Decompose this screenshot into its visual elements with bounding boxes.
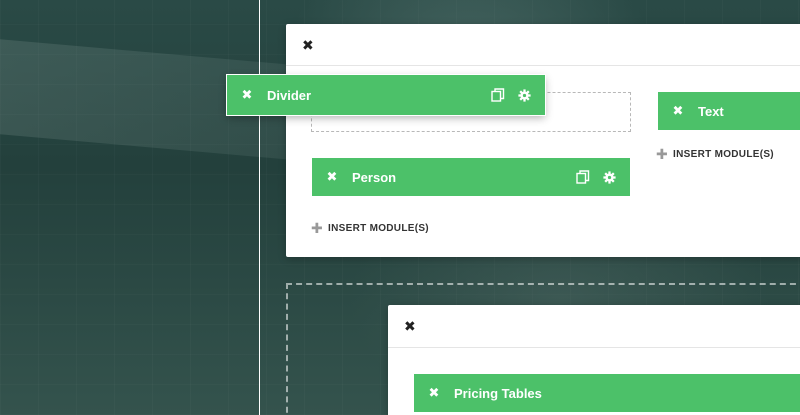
insert-module-button[interactable]: ✚ INSERT MODULE(S) [311, 221, 429, 235]
insert-module-label: INSERT MODULE(S) [328, 222, 429, 234]
plus-icon: ✚ [311, 220, 324, 236]
module-person[interactable]: ✖ Person [312, 158, 630, 196]
module-label: Text [698, 103, 724, 119]
close-icon[interactable]: ✖ [227, 87, 267, 103]
module-label: Pricing Tables [454, 385, 542, 401]
close-icon[interactable]: ✖ [302, 38, 314, 52]
copy-icon[interactable] [570, 158, 596, 196]
module-pricing-tables[interactable]: ✖ Pricing Tables [414, 374, 800, 412]
module-divider-dragging[interactable]: ✖ Divider [227, 75, 545, 115]
section-header-top: ✖ [286, 24, 800, 66]
module-text[interactable]: ✖ Text [658, 92, 800, 130]
close-icon[interactable]: ✖ [658, 103, 698, 119]
module-label: Person [352, 169, 397, 185]
close-icon[interactable]: ✖ [404, 319, 416, 333]
insert-module-button[interactable]: ✚ INSERT MODULE(S) [656, 147, 774, 161]
section-header-bottom: ✖ [388, 305, 800, 348]
close-icon[interactable]: ✖ [414, 385, 454, 401]
insert-module-label: INSERT MODULE(S) [673, 148, 774, 160]
module-label: Divider [267, 87, 312, 103]
gear-icon[interactable] [596, 158, 622, 196]
plus-icon: ✚ [656, 146, 669, 162]
close-icon[interactable]: ✖ [312, 169, 352, 185]
gear-icon[interactable] [511, 76, 537, 114]
copy-icon[interactable] [485, 76, 511, 114]
drag-guide-line [259, 0, 260, 415]
